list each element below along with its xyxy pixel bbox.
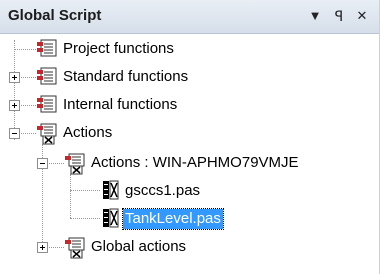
- expand-toggle-standard-functions[interactable]: [9, 72, 20, 83]
- chevron-down-icon[interactable]: ▼: [305, 6, 325, 26]
- pin-icon[interactable]: ꟼ: [329, 6, 349, 26]
- tree-item-label-selected: TankLevel.pas: [122, 208, 224, 230]
- expand-toggle-internal-functions[interactable]: [9, 100, 20, 111]
- script-file-icon: [103, 208, 119, 228]
- panel-title: Global Script: [8, 7, 102, 24]
- tree-item-label: Project functions: [63, 40, 174, 57]
- global-script-panel: Global Script ▼ ꟼ ✕ Project functions St…: [0, 0, 380, 274]
- tree-item-label: Internal functions: [63, 96, 178, 113]
- functions-icon: [37, 39, 57, 57]
- tree-item-label: Global actions: [91, 238, 187, 255]
- actions-icon: [65, 237, 85, 259]
- functions-icon: [37, 95, 57, 113]
- collapse-toggle-actions-computer[interactable]: [37, 158, 48, 169]
- actions-icon: [65, 153, 85, 175]
- expand-toggle-global-actions[interactable]: [37, 242, 48, 253]
- close-icon[interactable]: ✕: [352, 6, 372, 26]
- collapse-toggle-actions[interactable]: [9, 128, 20, 139]
- functions-icon: [37, 67, 57, 85]
- script-tree: Project functions Standard functions Int…: [0, 34, 379, 274]
- tree-item-label: Actions: [63, 124, 113, 141]
- actions-icon: [37, 123, 57, 145]
- panel-titlebar: Global Script ▼ ꟼ ✕: [0, 0, 379, 34]
- tree-item-label: Actions : WIN-APHMO79VMJE: [91, 154, 299, 171]
- tree-item-label: gsccs1.pas: [125, 182, 201, 199]
- script-file-icon: [103, 180, 119, 200]
- tree-item-label: Standard functions: [63, 68, 189, 85]
